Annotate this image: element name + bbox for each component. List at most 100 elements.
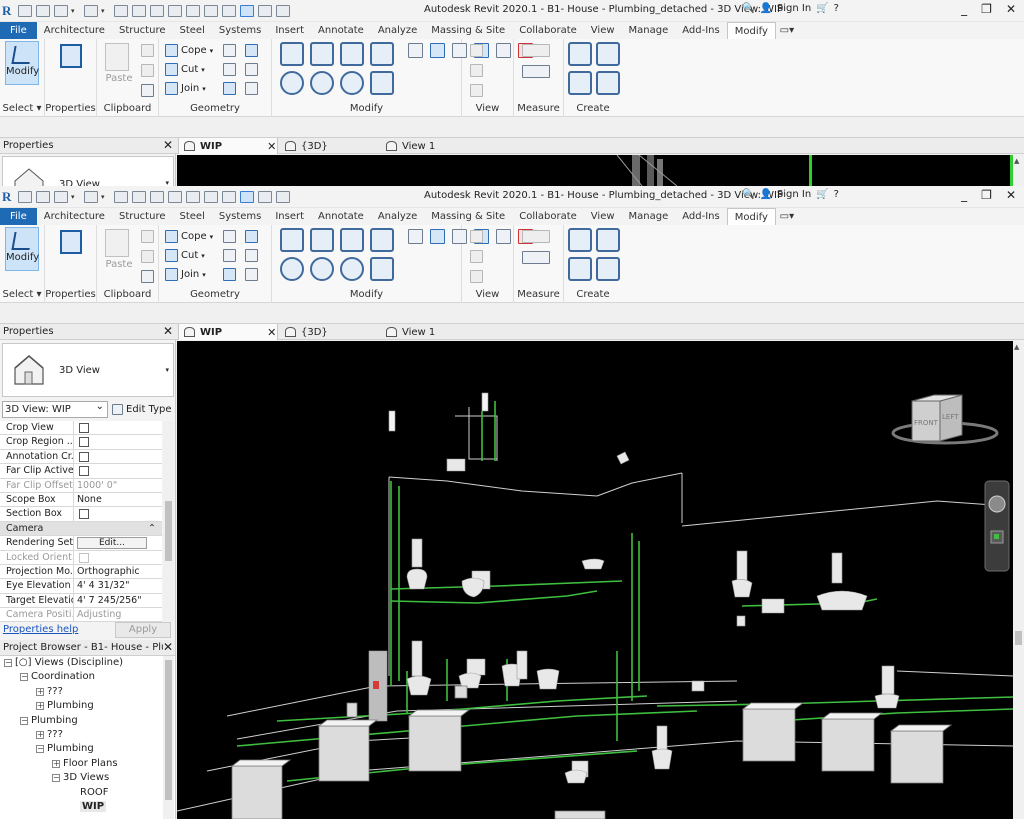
measure-icon[interactable] xyxy=(150,190,164,203)
undo-icon[interactable] xyxy=(84,4,98,17)
view-tab-view1[interactable]: View 1 xyxy=(386,138,435,154)
copy-icon[interactable] xyxy=(310,71,334,95)
tab-manage[interactable]: Manage xyxy=(622,22,676,39)
properties-close-icon[interactable]: ✕ xyxy=(163,324,173,338)
browser-node[interactable]: WIP xyxy=(0,800,175,814)
tab-annotate[interactable]: Annotate xyxy=(311,208,371,225)
property-checkbox[interactable] xyxy=(79,466,89,477)
property-row[interactable]: Target Elevation4' 7 245/256" xyxy=(0,593,162,609)
property-row[interactable]: Far Clip Offset 1000' 0" xyxy=(0,478,162,493)
tab-collaborate[interactable]: Collaborate xyxy=(512,208,584,225)
measure-icon[interactable] xyxy=(150,4,164,17)
minimize-button[interactable]: _ xyxy=(961,2,967,16)
tab-structure[interactable]: Structure xyxy=(112,22,173,39)
text-icon[interactable] xyxy=(186,190,200,203)
steering-wheel-icon[interactable] xyxy=(988,495,1006,513)
copy-icon[interactable] xyxy=(310,257,334,281)
browser-node[interactable]: + Floor Plans xyxy=(0,757,175,771)
hammer-icon[interactable] xyxy=(245,268,258,281)
thin-lines-icon[interactable] xyxy=(240,4,254,17)
view-tab-3d[interactable]: {3D} xyxy=(285,324,328,340)
select-dropdown[interactable]: Select ▾ xyxy=(0,103,44,114)
join-button[interactable]: Join ▾ xyxy=(165,268,206,281)
tab-steel[interactable]: Steel xyxy=(173,208,212,225)
property-row[interactable]: Rendering Set...Edit... xyxy=(0,536,162,551)
property-value[interactable]: 4' 4 31/32" xyxy=(74,579,162,592)
property-row[interactable]: Projection Mo... Orthographic xyxy=(0,564,162,580)
undo-dropdown-icon[interactable]: ▾ xyxy=(101,7,108,14)
cope-button[interactable]: Cope ▾ xyxy=(165,230,213,243)
property-row[interactable]: Eye Elevation 4' 4 31/32" xyxy=(0,579,162,594)
property-checkbox[interactable] xyxy=(79,451,89,462)
mirror-draw-axis-icon[interactable] xyxy=(370,42,394,66)
move-icon[interactable] xyxy=(280,257,304,281)
rotate-icon[interactable] xyxy=(340,257,364,281)
view-tab-view1[interactable]: View 1 xyxy=(386,324,435,340)
vertical-scrollbar[interactable]: ▲ xyxy=(1013,341,1024,819)
tab-insert[interactable]: Insert xyxy=(268,22,311,39)
tab-insert[interactable]: Insert xyxy=(268,208,311,225)
rotate-icon[interactable] xyxy=(340,71,364,95)
vertical-scrollbar[interactable]: ▲ xyxy=(1013,155,1024,186)
chevron-down-icon[interactable]: ▾ xyxy=(165,179,169,186)
instance-filter-select[interactable]: 3D View: WIP xyxy=(2,399,108,418)
modify-button[interactable]: Modify xyxy=(5,227,39,271)
mirror-draw-axis-icon[interactable] xyxy=(370,228,394,252)
offset-icon[interactable] xyxy=(310,42,334,66)
sign-in-link[interactable]: Sign In xyxy=(777,189,811,200)
split-element-icon[interactable] xyxy=(408,43,423,58)
sync-dropdown-icon[interactable]: ▾ xyxy=(71,193,78,200)
split-element-icon[interactable] xyxy=(408,229,423,244)
tab-manage[interactable]: Manage xyxy=(622,208,676,225)
undo-dropdown-icon[interactable]: ▾ xyxy=(101,193,108,200)
browser-node[interactable]: + Plumbing xyxy=(0,699,175,713)
match-properties-icon[interactable] xyxy=(141,84,154,97)
expand-icon[interactable]: + xyxy=(36,687,44,696)
dimension-icon[interactable] xyxy=(522,251,550,264)
sync-icon[interactable] xyxy=(54,190,68,203)
linework-icon[interactable] xyxy=(470,84,483,97)
text-icon[interactable] xyxy=(186,4,200,17)
browser-node[interactable]: +??? xyxy=(0,685,175,699)
scroll-thumb[interactable] xyxy=(165,660,172,800)
property-value[interactable]: None xyxy=(74,493,162,506)
hide-icon[interactable] xyxy=(470,44,483,57)
paste-icon[interactable] xyxy=(105,43,129,71)
3d-view-icon[interactable] xyxy=(204,4,218,17)
tab-analyze[interactable]: Analyze xyxy=(371,22,424,39)
create-parts-icon[interactable] xyxy=(596,228,620,252)
array-icon[interactable] xyxy=(430,43,445,58)
paste-icon[interactable] xyxy=(105,229,129,257)
close-button[interactable]: ✕ xyxy=(1006,2,1016,16)
cart-icon[interactable]: 🛒 xyxy=(816,189,828,200)
tab-modify[interactable]: Modify xyxy=(726,22,776,39)
tab-annotate[interactable]: Annotate xyxy=(311,22,371,39)
scroll-thumb[interactable] xyxy=(165,501,172,561)
paste-button-label[interactable]: Paste xyxy=(105,259,133,270)
close-hidden-icon[interactable] xyxy=(258,4,272,17)
mirror-pick-axis-icon[interactable] xyxy=(340,228,364,252)
print-icon[interactable] xyxy=(132,4,146,17)
3d-view-icon[interactable] xyxy=(204,190,218,203)
tab-analyze[interactable]: Analyze xyxy=(371,208,424,225)
create-similar-icon[interactable] xyxy=(596,71,620,95)
measure-between-icon[interactable] xyxy=(522,230,550,243)
tab-file[interactable]: File xyxy=(0,208,37,225)
array-icon[interactable] xyxy=(430,229,445,244)
create-group-icon[interactable] xyxy=(568,257,592,281)
trim-extend-icon[interactable] xyxy=(370,257,394,281)
property-checkbox[interactable] xyxy=(79,423,89,433)
property-checkbox[interactable] xyxy=(79,437,89,448)
collapse-icon[interactable]: − xyxy=(52,774,60,783)
minimize-button[interactable]: _ xyxy=(961,188,967,202)
property-row[interactable]: Annotation Cr... xyxy=(0,449,162,465)
view-tab-wip[interactable]: WIP ✕ xyxy=(178,324,278,340)
view-tab-3d[interactable]: {3D} xyxy=(285,138,328,154)
hide-icon[interactable] xyxy=(470,230,483,243)
override-graphics-icon[interactable] xyxy=(470,64,483,77)
property-row[interactable]: Scope Box None xyxy=(0,492,162,508)
edit-type-button[interactable]: Edit Type xyxy=(112,401,172,418)
restore-button[interactable]: ❐ xyxy=(981,2,992,16)
paint-icon[interactable] xyxy=(245,230,258,243)
tab-view[interactable]: View xyxy=(584,208,622,225)
